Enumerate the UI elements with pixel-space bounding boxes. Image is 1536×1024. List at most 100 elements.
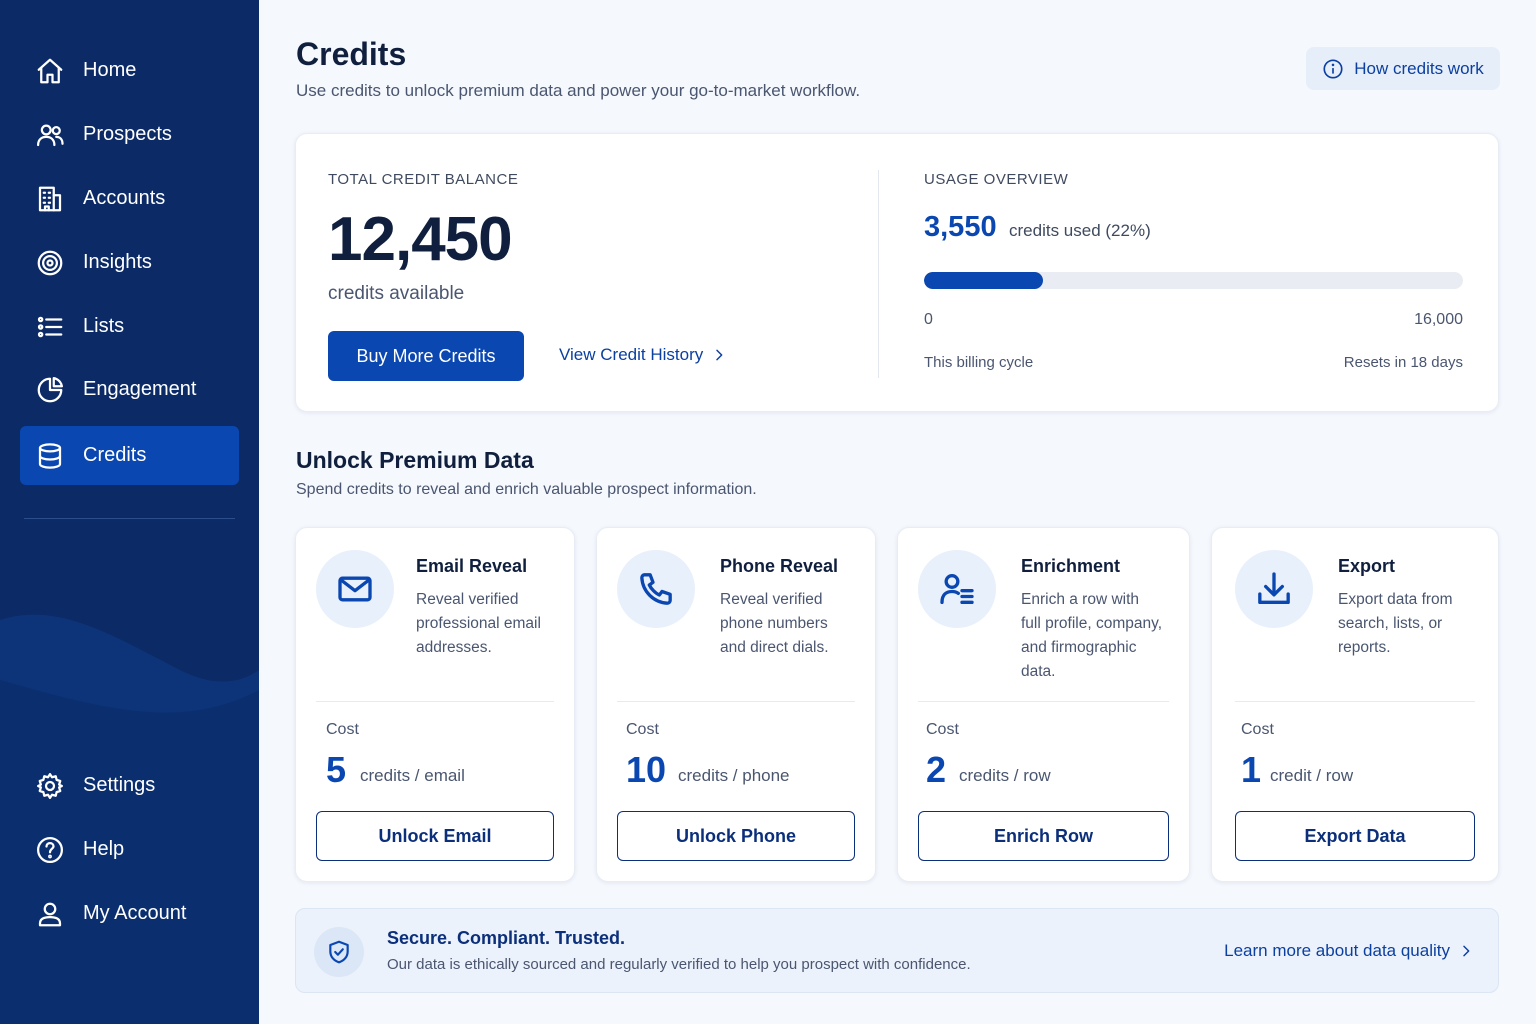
sidebar-item-home[interactable]: Home [20, 41, 239, 100]
description-line: Export data from [1338, 591, 1453, 608]
phone-reveal-card: Phone Reveal Reveal verified phone numbe… [596, 527, 876, 882]
sidebar-item-label: Lists [83, 315, 125, 337]
sidebar-item-lists[interactable]: Lists [20, 297, 239, 356]
description-line: data. [1021, 663, 1056, 680]
section-subtitle: Spend credits to reveal and enrich valua… [296, 481, 757, 498]
feature-title: Export [1338, 556, 1396, 576]
unlock-email-button[interactable]: Unlock Email [316, 811, 554, 861]
cost-value: 2 [926, 749, 947, 790]
card-divider [1235, 701, 1475, 702]
enrich-row-button[interactable]: Enrich Row [918, 811, 1169, 861]
trust-subtitle: Our data is ethically sourced and regula… [387, 956, 971, 973]
feature-title: Enrichment [1021, 556, 1121, 576]
description-line: Enrich a row with [1021, 591, 1140, 608]
credits-available-caption: credits available [328, 283, 465, 304]
export-card: Export Export data from search, lists, o… [1211, 527, 1499, 882]
feature-title: Phone Reveal [720, 556, 839, 576]
learn-more-data-quality-link[interactable]: Learn more about data quality [1224, 941, 1474, 961]
card-divider [316, 701, 554, 702]
sidebar-item-insights[interactable]: Insights [20, 233, 239, 292]
info-icon [1323, 58, 1343, 79]
billing-cycle-label: This billing cycle [924, 354, 1034, 371]
usage-overview-label: USAGE OVERVIEW [924, 171, 1069, 188]
feature-title: Email Reveal [416, 556, 528, 576]
enrichment-card: Enrichment Enrich a row with full profil… [897, 527, 1190, 882]
sidebar-divider [24, 518, 235, 519]
sidebar-item-label: Credits [83, 444, 147, 466]
trust-title: Secure. Compliant. Trusted. [387, 928, 626, 948]
feature-description: Reveal verified phone numbers and direct… [720, 588, 829, 660]
sidebar-item-credits[interactable]: Credits [20, 426, 239, 485]
description-line: full profile, company, [1021, 615, 1162, 632]
sidebar-item-engagement[interactable]: Engagement [20, 360, 239, 419]
card-divider [878, 170, 879, 378]
sidebar-item-label: My Account [83, 902, 187, 924]
help-icon [34, 834, 66, 866]
list-icon [34, 311, 66, 343]
usage-min-label: 0 [924, 311, 933, 328]
user-list-icon [918, 550, 996, 628]
cost-label: Cost [1241, 721, 1274, 738]
how-credits-work-button[interactable]: How credits work [1306, 47, 1500, 90]
sidebar-item-help[interactable]: Help [20, 820, 239, 879]
page-title: Credits [296, 36, 407, 72]
sidebar: Home Prospects Accounts Insights Lists E… [0, 0, 259, 1024]
usage-max-label: 16,000 [1414, 311, 1463, 328]
cost-unit: credits / phone [678, 766, 790, 785]
sidebar-item-settings[interactable]: Settings [20, 756, 239, 815]
page-subtitle: Use credits to unlock premium data and p… [296, 81, 861, 100]
usage-progress-bar [924, 272, 1463, 289]
total-balance-label: TOTAL CREDIT BALANCE [328, 171, 519, 188]
sidebar-item-prospects[interactable]: Prospects [20, 105, 239, 164]
feature-description: Reveal verified professional email addre… [416, 588, 541, 660]
description-line: professional email [416, 615, 541, 632]
users-icon [34, 119, 66, 151]
credits-used-text: credits used (22%) [1009, 221, 1151, 240]
description-line: reports. [1338, 639, 1391, 656]
description-line: search, lists, or [1338, 615, 1443, 632]
cost-label: Cost [326, 721, 359, 738]
building-icon [34, 183, 66, 215]
home-icon [34, 55, 66, 87]
pie-chart-icon [34, 374, 66, 406]
buy-more-credits-button[interactable]: Buy More Credits [328, 331, 524, 381]
cost-label: Cost [626, 721, 659, 738]
sidebar-item-accounts[interactable]: Accounts [20, 169, 239, 228]
description-line: Reveal verified [720, 591, 823, 608]
sidebar-item-my-account[interactable]: My Account [20, 884, 239, 943]
cost-value: 1 [1241, 749, 1262, 790]
sidebar-item-label: Prospects [83, 123, 172, 145]
card-divider [918, 701, 1169, 702]
sidebar-item-label: Home [83, 59, 137, 81]
description-line: and direct dials. [720, 639, 829, 656]
description-line: phone numbers [720, 615, 828, 632]
shield-check-icon [314, 927, 364, 977]
credit-balance-value: 12,450 [328, 205, 513, 274]
user-icon [34, 898, 66, 930]
export-data-button[interactable]: Export Data [1235, 811, 1475, 861]
mail-icon [316, 550, 394, 628]
database-icon [34, 440, 66, 472]
cost-unit: credit / row [1270, 766, 1354, 785]
cost-unit: credits / row [959, 766, 1051, 785]
sidebar-item-label: Insights [83, 251, 152, 273]
credits-used-value: 3,550 [924, 211, 997, 243]
unlock-phone-button[interactable]: Unlock Phone [617, 811, 855, 861]
cost-unit: credits / email [360, 766, 465, 785]
how-credits-work-label: How credits work [1354, 58, 1484, 78]
sidebar-item-label: Settings [83, 774, 156, 796]
cost-label: Cost [926, 721, 959, 738]
feature-description: Export data from search, lists, or repor… [1338, 588, 1453, 660]
cost-value: 5 [326, 749, 347, 790]
email-reveal-card: Email Reveal Reveal verified professiona… [295, 527, 575, 882]
cost-value: 10 [626, 749, 667, 790]
chevron-right-icon [716, 349, 723, 361]
section-title: Unlock Premium Data [296, 447, 534, 473]
usage-progress-fill [924, 272, 1043, 289]
learn-more-label: Learn more about data quality [1224, 941, 1450, 960]
view-credit-history-link[interactable]: View Credit History [559, 345, 727, 365]
description-line: addresses. [416, 639, 492, 656]
view-credit-history-label: View Credit History [559, 345, 704, 364]
gear-icon [34, 770, 66, 802]
chevron-right-icon [1463, 945, 1470, 957]
